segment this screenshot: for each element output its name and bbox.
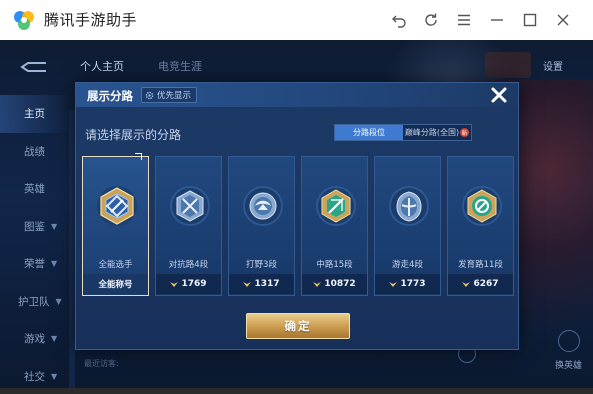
nav-item-label: 主页	[24, 108, 45, 121]
lane-card-name: 全能选手	[98, 260, 133, 270]
selection-corner-mark	[135, 153, 142, 160]
lane-card-name: 中路15段	[316, 260, 353, 270]
lane-card-name: 发育路11段	[458, 260, 503, 270]
jungle-emblem-icon	[243, 186, 283, 226]
nav-item-home[interactable]: 主页	[0, 95, 70, 133]
priority-display-label: 优先显示	[157, 91, 192, 101]
chevron-down-icon: ▼	[51, 334, 58, 344]
lane-card-stat-value: 全能称号	[98, 280, 133, 290]
lane-display-modal: 展示分路 优先显示 请选择展示的分路 分路段位 巅峰分路(全国) 新 全能选手 …	[75, 82, 519, 350]
rank-wing-icon	[389, 281, 398, 287]
chevron-down-icon: ▼	[51, 259, 58, 269]
modal-prompt: 请选择展示的分路	[85, 128, 182, 142]
toggle-peak-lane-label: 巅峰分路(全国)	[404, 128, 460, 137]
left-nav: 主页 战绩 英雄 图鉴 ▼ 荣誉 ▼ 护卫队 ▼ 游戏 ▼ 社交 ▼	[0, 95, 70, 388]
rank-wing-icon	[462, 281, 471, 287]
chevron-down-icon: ▼	[51, 221, 58, 231]
nav-item-guard-team[interactable]: 护卫队 ▼	[0, 283, 70, 321]
lane-card-clash[interactable]: 对抗路4段 1769	[155, 156, 222, 296]
recent-visitors-label: 最近访客:	[84, 359, 119, 368]
rank-wing-icon	[170, 281, 179, 287]
lane-card-all-round[interactable]: 全能选手 全能称号	[82, 153, 149, 296]
menu-icon	[458, 14, 470, 26]
mid-lane-emblem-icon	[316, 186, 356, 226]
minimize-button[interactable]	[485, 8, 509, 32]
lane-card-stat: 1773	[375, 274, 440, 294]
nav-item-label: 英雄	[24, 183, 45, 196]
settings-link[interactable]: 设置	[543, 58, 563, 73]
lane-card-stat-value: 1769	[181, 279, 207, 289]
nav-item-label: 荣誉	[24, 258, 45, 271]
undo-icon	[392, 15, 406, 28]
priority-display-button[interactable]: 优先显示	[141, 87, 198, 103]
nav-item-label: 战绩	[24, 145, 45, 158]
lane-card-stat-value: 1317	[254, 279, 280, 289]
lane-card-stat: 1317	[229, 274, 294, 294]
confirm-button[interactable]: 确定	[246, 313, 350, 339]
lane-card-stat-value: 1773	[400, 279, 426, 289]
top-right-thumbnail[interactable]	[485, 52, 531, 78]
nav-item-codex[interactable]: 图鉴 ▼	[0, 208, 70, 246]
gear-icon	[145, 91, 154, 99]
close-icon	[491, 87, 507, 103]
lane-card-name: 游走4段	[392, 260, 423, 270]
lane-card-stat-value: 6267	[473, 279, 499, 289]
modal-header: 展示分路 优先显示	[76, 83, 518, 107]
all-round-emblem-icon	[97, 186, 137, 226]
lane-card-name: 对抗路4段	[168, 260, 209, 270]
nav-item-game[interactable]: 游戏 ▼	[0, 320, 70, 358]
close-icon	[557, 14, 569, 26]
chevron-down-icon: ▼	[51, 371, 58, 381]
lane-card-name: 打野3段	[246, 260, 277, 270]
toggle-lane-rank[interactable]: 分路段位	[335, 125, 403, 140]
nav-item-honors[interactable]: 荣誉 ▼	[0, 245, 70, 283]
nav-item-social[interactable]: 社交 ▼	[0, 358, 70, 389]
nav-item-label: 护卫队	[18, 295, 50, 308]
lane-card-jungle[interactable]: 打野3段 1317	[228, 156, 295, 296]
lane-card-roam[interactable]: 游走4段 1773	[374, 156, 441, 296]
lane-card-mid[interactable]: 中路15段 10872	[301, 156, 368, 296]
nav-item-label: 游戏	[24, 333, 45, 346]
close-window-button[interactable]	[551, 8, 575, 32]
profile-top-tabs: 个人主页 电竞生涯	[80, 58, 202, 74]
lane-mode-toggle: 分路段位 巅峰分路(全国) 新	[334, 124, 472, 141]
tencent-logo-icon	[14, 11, 34, 30]
maximize-icon	[523, 13, 537, 27]
window-title: 腾讯手游助手	[44, 11, 138, 29]
tab-personal-home[interactable]: 个人主页	[80, 58, 124, 74]
nav-item-heroes[interactable]: 英雄	[0, 170, 70, 208]
rank-wing-icon	[313, 281, 322, 287]
clash-lane-emblem-icon	[170, 186, 210, 226]
minimize-icon	[491, 19, 503, 21]
lane-card-stat: 6267	[448, 274, 513, 294]
window-bottom-border	[0, 388, 593, 394]
new-badge: 新	[460, 128, 469, 137]
toggle-peak-lane[interactable]: 巅峰分路(全国) 新	[403, 125, 471, 140]
refresh-button[interactable]	[419, 8, 443, 32]
roam-emblem-icon	[389, 186, 429, 226]
chevron-down-icon: ▼	[55, 296, 62, 306]
change-hero-label[interactable]: 换英雄	[555, 358, 582, 371]
lane-card-stat-value: 10872	[324, 279, 356, 289]
rank-wing-icon	[243, 281, 252, 287]
modal-title: 展示分路	[87, 89, 133, 103]
hero-swap-icon[interactable]	[558, 330, 580, 352]
lane-card-stat: 10872	[302, 274, 367, 294]
undo-button[interactable]	[387, 8, 411, 32]
nav-item-label: 社交	[24, 370, 45, 383]
back-arrow-icon[interactable]	[20, 60, 48, 74]
lane-card-stat: 1769	[156, 274, 221, 294]
modal-close-button[interactable]	[487, 84, 511, 106]
window-title-bar: 腾讯手游助手	[0, 0, 593, 40]
lane-card-stat: 全能称号	[83, 274, 148, 294]
tab-esports-career[interactable]: 电竞生涯	[158, 58, 202, 74]
maximize-button[interactable]	[518, 8, 542, 32]
lane-card-farm[interactable]: 发育路11段 6267	[447, 156, 514, 296]
nav-item-records[interactable]: 战绩	[0, 133, 70, 171]
farm-lane-emblem-icon	[462, 186, 502, 226]
refresh-icon	[425, 13, 437, 26]
nav-item-label: 图鉴	[24, 220, 45, 233]
menu-button[interactable]	[452, 8, 476, 32]
